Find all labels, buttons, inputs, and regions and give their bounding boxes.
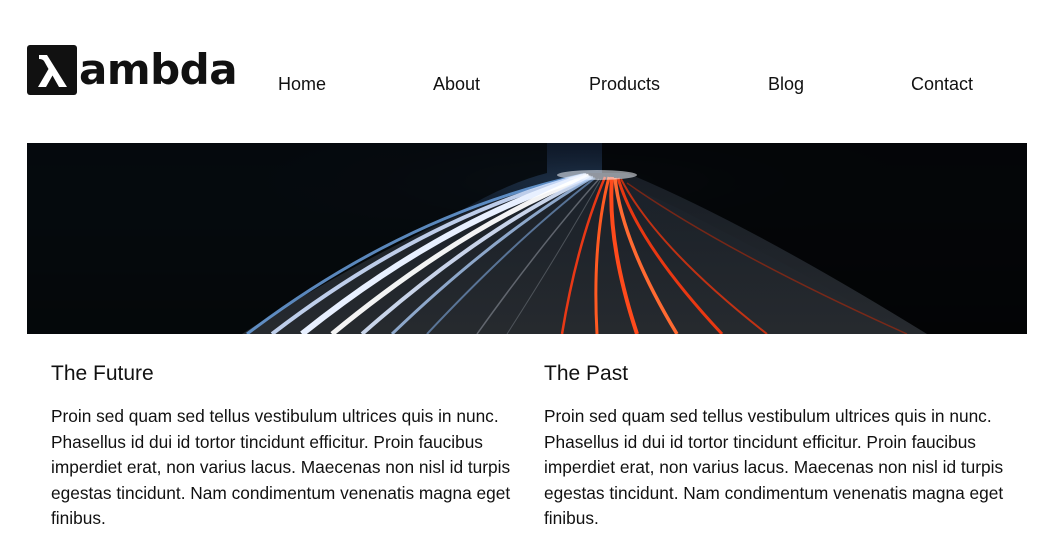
hero-image (27, 143, 1027, 334)
main-nav: Home About Products Blog Contact (0, 70, 1051, 100)
section-title: The Future (51, 362, 154, 385)
column-the-future: The Future Proin sed quam sed tellus ves… (51, 360, 521, 532)
nav-item-about[interactable]: About (433, 74, 480, 95)
section-body: Proin sed quam sed tellus vestibulum ult… (544, 406, 1004, 528)
nav-item-contact[interactable]: Contact (911, 74, 973, 95)
site-header: ambda Home About Products Blog Contact (0, 0, 1051, 143)
section-title: The Past (544, 362, 629, 385)
nav-item-products[interactable]: Products (589, 74, 660, 95)
nav-item-home[interactable]: Home (278, 74, 326, 95)
page: ambda Home About Products Blog Contact T… (0, 0, 1051, 557)
nav-item-blog[interactable]: Blog (768, 74, 804, 95)
column-the-past: The Past Proin sed quam sed tellus vesti… (544, 360, 1014, 532)
section-body: Proin sed quam sed tellus vestibulum ult… (51, 406, 511, 528)
